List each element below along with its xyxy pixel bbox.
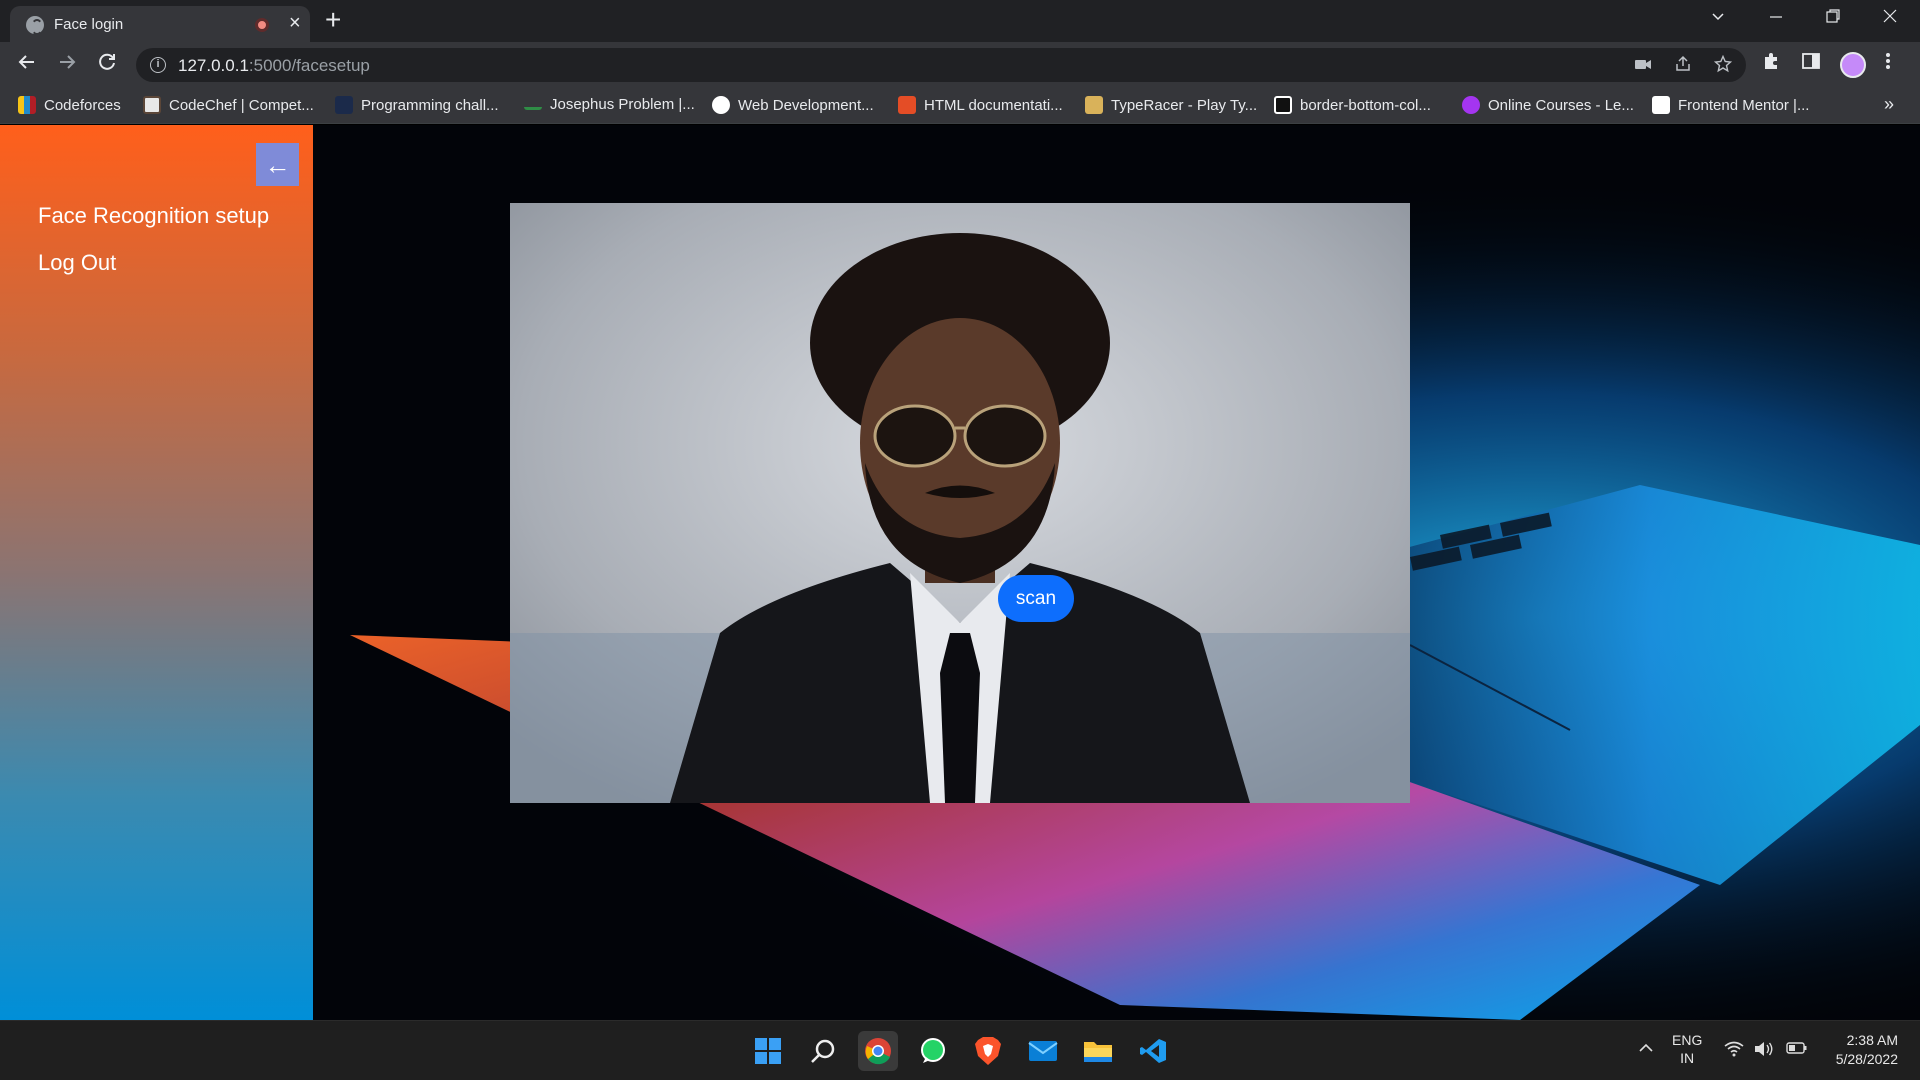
globe-icon [26, 16, 44, 35]
sidebar-item-face-recognition-setup[interactable]: Face Recognition setup [38, 203, 269, 229]
camera-in-use-icon[interactable] [1634, 55, 1652, 78]
back-arrow-icon[interactable] [16, 51, 38, 79]
bookmark-star-icon[interactable] [1713, 54, 1733, 78]
recording-icon [255, 18, 269, 32]
tab-search-icon[interactable] [1710, 8, 1726, 29]
webcam-video-feed [510, 203, 1410, 803]
profile-avatar[interactable] [1840, 52, 1866, 78]
html-doc-icon [898, 96, 916, 114]
windows-taskbar: ENG IN 2:38 AM 5/28/2022 [0, 1020, 1920, 1080]
share-icon[interactable] [1674, 55, 1692, 78]
bookmark-item[interactable]: HTML documentati... [898, 96, 1063, 114]
chrome-menu-icon[interactable] [1885, 51, 1891, 77]
tab-close-button[interactable]: × [289, 13, 301, 33]
codeforces-icon [18, 96, 36, 114]
browser-tab[interactable]: Face login × [10, 6, 310, 42]
sidebar: ← Face Recognition setup Log Out [0, 125, 313, 1020]
bookmark-item[interactable]: TypeRacer - Play Ty... [1085, 96, 1257, 114]
browser-tab-strip: Face login × + [0, 0, 1920, 42]
tab-title: Face login [54, 16, 124, 33]
udemy-icon [1462, 96, 1480, 114]
geeksforgeeks-icon [524, 100, 542, 110]
new-tab-button[interactable]: + [325, 6, 341, 34]
bookmark-item[interactable]: Programming chall... [335, 96, 499, 114]
codepen-icon [1274, 96, 1292, 114]
bookmark-item[interactable]: Online Courses - Le... [1462, 96, 1634, 114]
file-explorer-icon[interactable] [1078, 1031, 1118, 1071]
forward-arrow-icon[interactable] [56, 51, 78, 79]
hackerrank-icon [335, 96, 353, 114]
reload-icon[interactable] [96, 51, 118, 79]
windows-start-icon[interactable] [748, 1031, 788, 1071]
tray-overflow-chevron-icon[interactable] [1638, 1041, 1654, 1059]
mail-icon[interactable] [1023, 1031, 1063, 1071]
codechef-icon [143, 96, 161, 114]
extensions-puzzle-icon[interactable] [1761, 51, 1781, 77]
bookmark-item[interactable]: border-bottom-col... [1274, 96, 1431, 114]
chrome-taskbar-icon[interactable] [858, 1031, 898, 1071]
address-bar[interactable]: i 127.0.0.1:5000/facesetup [136, 48, 1746, 82]
wifi-icon[interactable] [1724, 1041, 1744, 1062]
browser-toolbar: i 127.0.0.1:5000/facesetup [0, 42, 1920, 88]
side-panel-icon[interactable] [1801, 51, 1821, 77]
sidebar-collapse-button[interactable]: ← [256, 143, 299, 186]
whatsapp-icon[interactable] [913, 1031, 953, 1071]
bookmarks-bar: Codeforces CodeChef | Compet... Programm… [0, 88, 1920, 124]
bookmark-item[interactable]: Josephus Problem |... [524, 96, 695, 113]
scan-button[interactable]: scan [998, 575, 1074, 622]
brave-browser-icon[interactable] [968, 1031, 1008, 1071]
bookmark-item[interactable]: Codeforces [18, 96, 121, 114]
url-text[interactable]: 127.0.0.1:5000/facesetup [178, 56, 370, 76]
frontend-mentor-icon [1652, 96, 1670, 114]
bookmark-item[interactable]: Frontend Mentor |... [1652, 96, 1809, 114]
webcam-person-image [510, 203, 1410, 803]
vscode-icon[interactable] [1133, 1031, 1173, 1071]
sidebar-item-log-out[interactable]: Log Out [38, 250, 116, 276]
bookmarks-overflow-button[interactable]: » [1884, 94, 1894, 115]
web-dev-icon [712, 96, 730, 114]
minimize-icon[interactable] [1768, 8, 1784, 29]
page-content: ← Face Recognition setup Log Out scan [0, 125, 1920, 1020]
close-window-icon[interactable] [1882, 8, 1898, 29]
typeracer-icon [1085, 96, 1103, 114]
site-info-icon[interactable]: i [150, 57, 166, 73]
bookmark-item[interactable]: CodeChef | Compet... [143, 96, 314, 114]
system-clock[interactable]: 2:38 AM 5/28/2022 [1822, 1031, 1898, 1069]
battery-icon[interactable] [1786, 1041, 1808, 1060]
restore-icon[interactable] [1825, 8, 1841, 29]
language-indicator[interactable]: ENG IN [1672, 1031, 1702, 1067]
bookmark-item[interactable]: Web Development... [712, 96, 874, 114]
search-icon[interactable] [803, 1031, 843, 1071]
volume-icon[interactable] [1754, 1041, 1774, 1062]
